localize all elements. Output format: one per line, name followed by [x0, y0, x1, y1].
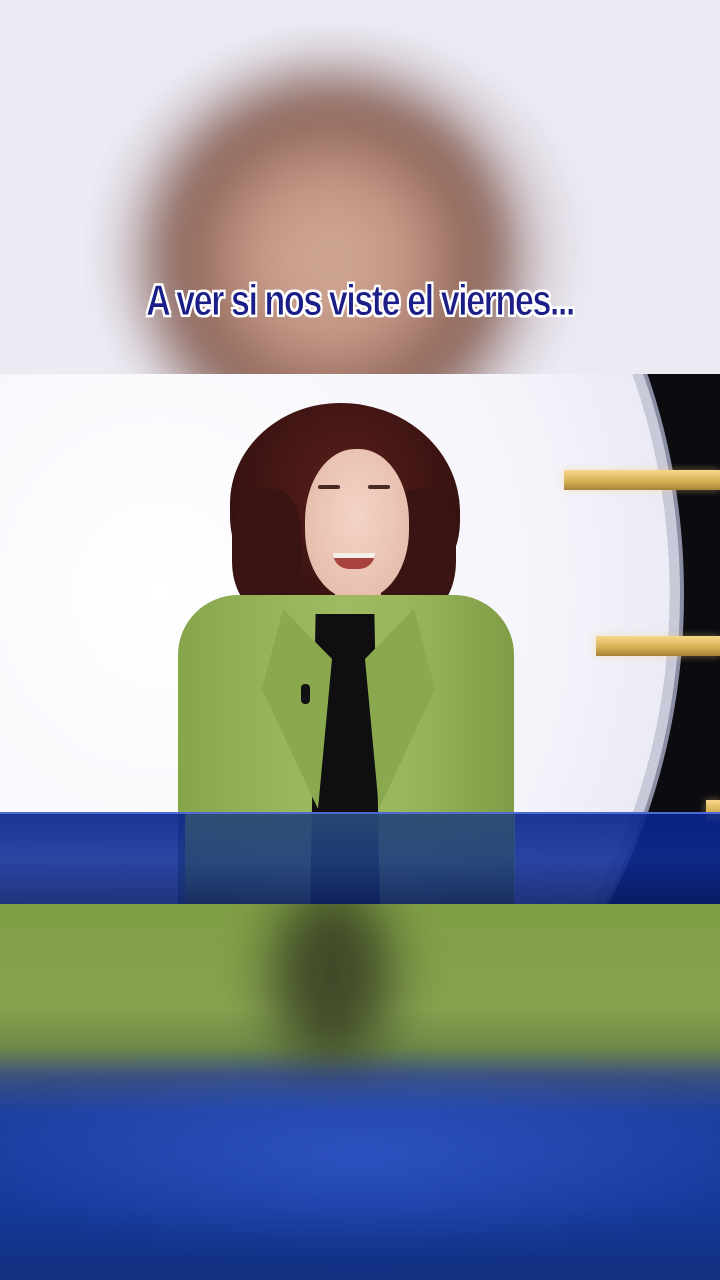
presenter-face	[305, 449, 409, 599]
video-caption: A ver si nos viste el viernes...	[146, 276, 576, 326]
blurred-background-top: A ver si nos viste el viernes...	[0, 0, 720, 374]
lapel-microphone	[301, 684, 310, 704]
blurred-presenter-face	[150, 80, 510, 374]
blurred-background-bottom	[0, 904, 720, 1280]
desk-reflection	[185, 814, 515, 904]
studio-light-bar	[564, 470, 720, 490]
video-frame	[0, 374, 720, 904]
studio-light-bar	[596, 636, 720, 656]
